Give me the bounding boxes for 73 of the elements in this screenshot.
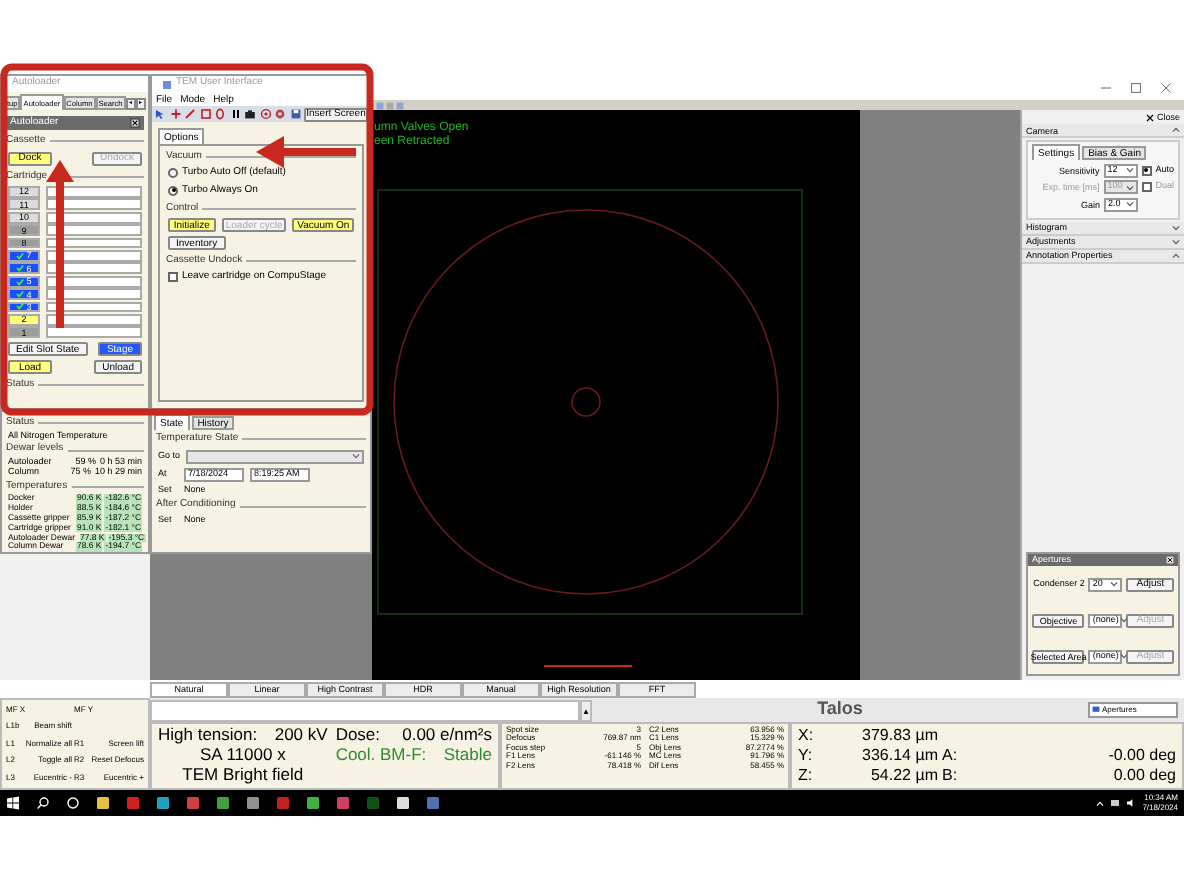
app-icon[interactable] [96, 796, 110, 810]
scale-bar [543, 665, 633, 667]
status-value: Stable [443, 746, 492, 766]
app-icon [162, 79, 172, 89]
plus-icon[interactable] [169, 108, 181, 120]
caret-icon [1126, 200, 1134, 208]
network-icon[interactable] [1110, 798, 1121, 808]
slot-field[interactable] [46, 313, 142, 326]
status-value: 0.00 e/nm²s [402, 726, 492, 746]
maximize-icon[interactable] [1130, 81, 1142, 93]
cursor-icon[interactable] [154, 108, 166, 120]
slot-field[interactable] [46, 326, 142, 339]
caret-icon [352, 452, 360, 460]
slot-field[interactable] [46, 211, 142, 224]
caret-icon [1120, 616, 1129, 624]
pause-icon[interactable] [229, 108, 241, 120]
axis-value: 0.00 deg [1111, 767, 1176, 785]
status-value: SA 11000 x [199, 746, 286, 766]
axis-label: Z: [798, 767, 815, 785]
axis-label: A: [940, 747, 960, 765]
axis-label: X: [798, 727, 816, 745]
app-icon[interactable] [246, 796, 260, 810]
close-icon[interactable] [130, 118, 140, 128]
caret-icon [1120, 652, 1129, 660]
target-icon[interactable] [259, 108, 271, 120]
slot-field[interactable] [46, 186, 142, 198]
close-icon [1146, 113, 1155, 121]
app-icon[interactable] [396, 796, 410, 810]
caret-icon[interactable] [1096, 799, 1105, 807]
slot-field[interactable] [46, 224, 142, 236]
slot-field[interactable] [46, 198, 142, 211]
disk-icon[interactable] [289, 108, 301, 120]
radio-button[interactable] [168, 168, 178, 179]
close-icon[interactable] [1166, 556, 1174, 564]
axis-value: 336.14 µm [860, 747, 938, 765]
radio-button[interactable] [168, 185, 178, 196]
checkbox[interactable] [168, 272, 178, 283]
status-value: 200 kV [274, 726, 328, 746]
slot-field[interactable] [46, 237, 142, 249]
slot-field[interactable] [46, 275, 142, 288]
axis-label: Y: [798, 747, 815, 765]
command-field[interactable] [150, 699, 580, 721]
monitor-icon [1092, 706, 1100, 714]
axis-value: -0.00 deg [1106, 747, 1176, 765]
camera-icon[interactable] [244, 108, 256, 120]
volume-icon[interactable] [1126, 798, 1137, 808]
line-icon[interactable] [184, 108, 196, 120]
checkbox[interactable] [1141, 165, 1152, 175]
app-title: Talos [817, 700, 863, 720]
ellipse-icon[interactable] [214, 108, 226, 120]
task-view-icon[interactable] [66, 796, 80, 810]
caret-icon [1110, 580, 1119, 588]
status-label: Cool. BM-F: [335, 746, 427, 766]
windows-logo-icon[interactable] [6, 796, 20, 810]
axis-value: 54.22 µm [868, 767, 938, 785]
status-value: TEM Bright field [182, 766, 304, 786]
axis-label: B: [940, 767, 960, 785]
search-icon[interactable] [36, 796, 50, 810]
app-icon[interactable] [156, 796, 170, 810]
rectangle-icon[interactable] [199, 108, 211, 120]
status-label: Dose: [335, 726, 381, 746]
slot-field[interactable] [46, 249, 142, 262]
app-icon[interactable] [306, 796, 320, 810]
app-icon[interactable] [216, 796, 230, 810]
status-label: High tension: [158, 726, 258, 746]
slot-field[interactable] [46, 262, 142, 275]
axis-value: 379.83 µm [860, 727, 938, 745]
caret-icon [1172, 126, 1180, 134]
slot-field[interactable] [46, 288, 142, 300]
dropdown[interactable] [186, 449, 364, 463]
annotation-arrow [256, 136, 356, 168]
checkbox[interactable] [1141, 182, 1152, 192]
slot-field[interactable] [46, 301, 142, 313]
